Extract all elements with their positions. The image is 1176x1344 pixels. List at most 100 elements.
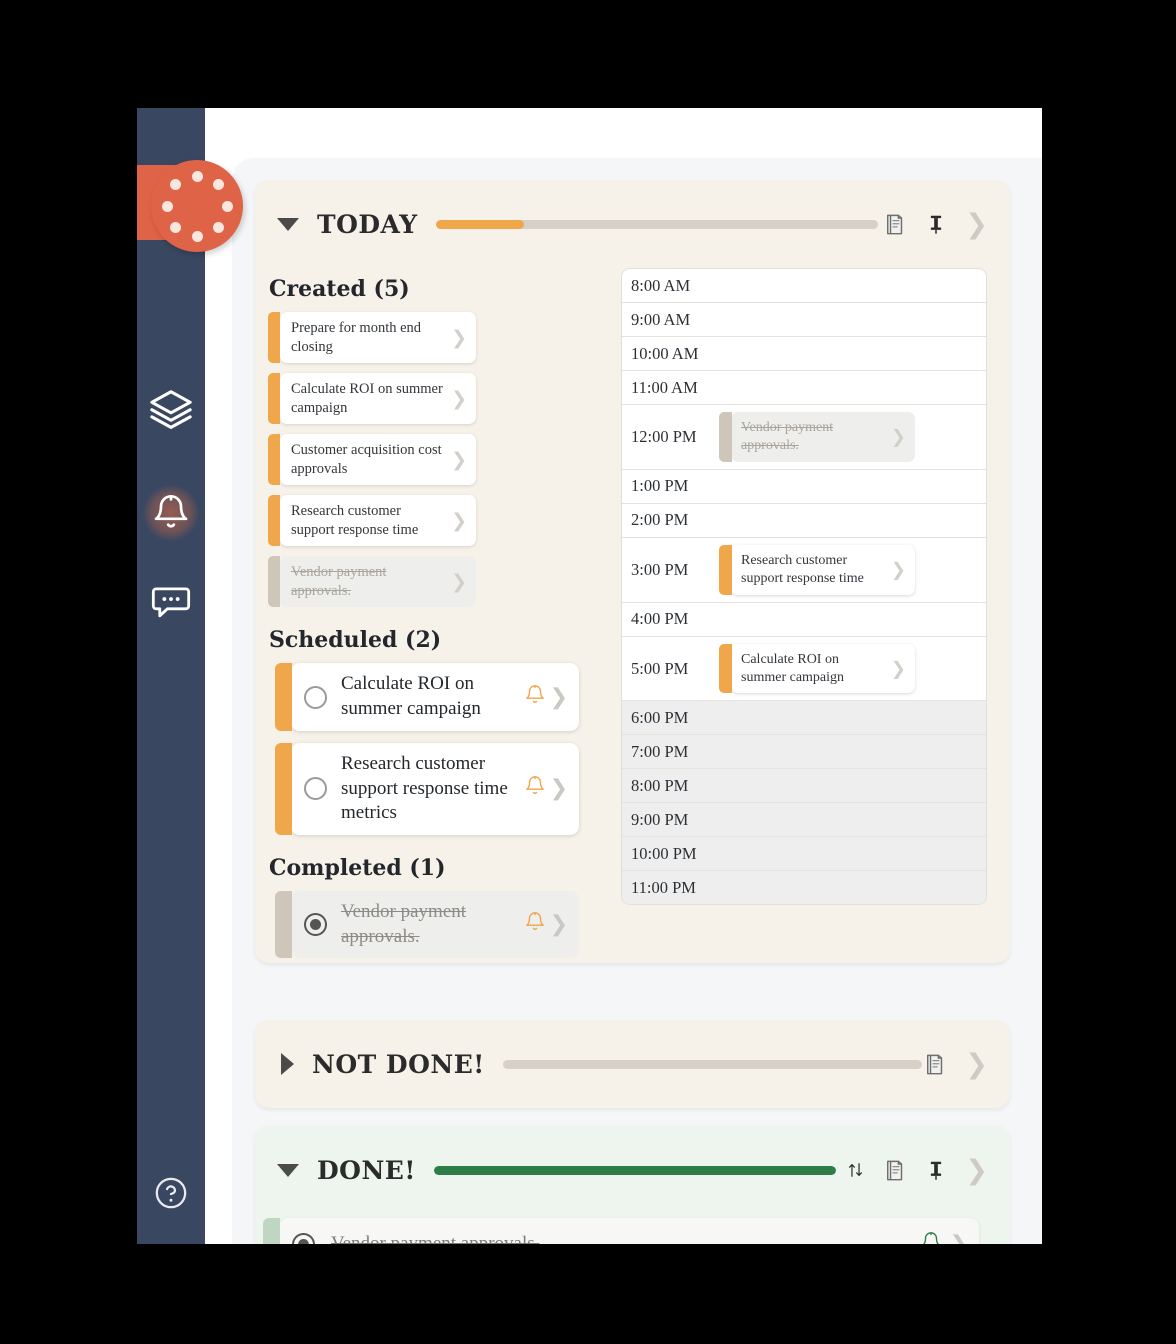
created-task-chip[interactable]: Vendor payment approvals. ❯: [268, 556, 476, 608]
chevron-right-icon[interactable]: ❯: [891, 559, 906, 580]
chevron-right-icon[interactable]: ❯: [451, 510, 467, 532]
timeline-event-card[interactable]: Calculate ROI on summer campaign ❯: [719, 643, 915, 694]
book-icon[interactable]: [882, 1158, 907, 1183]
chevron-right-icon[interactable]: ❯: [891, 658, 906, 679]
task-color-bar: [275, 663, 292, 731]
section-header-done[interactable]: DONE! ❯: [255, 1126, 1010, 1214]
task-checkbox[interactable]: [304, 685, 327, 709]
section-header-not-done[interactable]: NOT DONE! ❯: [255, 1020, 1010, 1108]
sidebar-item-help[interactable]: [143, 1165, 199, 1221]
done-task-row[interactable]: Vendor payment approvals. ❯: [263, 1218, 979, 1245]
chevron-right-icon[interactable]: ❯: [451, 388, 467, 410]
timeline-row[interactable]: 9:00 AM: [622, 303, 986, 337]
created-task-chip[interactable]: Calculate ROI on summer campaign ❯: [268, 373, 476, 425]
timeline-row[interactable]: 10:00 AM: [622, 337, 986, 371]
completed-task-row[interactable]: Vendor payment approvals. ❯: [275, 890, 579, 959]
triangle-down-icon[interactable]: [277, 217, 299, 231]
chevron-right-icon[interactable]: ❯: [451, 571, 467, 593]
chevron-right-icon[interactable]: ❯: [550, 912, 568, 937]
completed-list: Vendor payment approvals. ❯: [267, 890, 612, 959]
chevron-right-icon[interactable]: ❯: [965, 1051, 988, 1078]
timeline-row[interactable]: 3:00 PM Research customer support respons…: [622, 537, 986, 603]
task-reminder-bell[interactable]: [524, 911, 546, 938]
bell-icon[interactable]: [524, 911, 546, 933]
timeline-hour-label: 11:00 PM: [631, 877, 696, 897]
timeline-row[interactable]: 2:00 PM: [622, 503, 986, 538]
task-checkbox[interactable]: [292, 1232, 315, 1244]
app-logo[interactable]: [151, 160, 243, 252]
timeline-row[interactable]: 11:00 PM: [622, 871, 986, 905]
sidebar-item-messages[interactable]: [143, 574, 199, 630]
created-task-chip[interactable]: Prepare for month end closing ❯: [268, 312, 476, 364]
task-color-bar: [263, 1218, 280, 1244]
layers-icon: [150, 390, 192, 429]
book-icon[interactable]: [922, 1052, 947, 1077]
chevron-right-icon[interactable]: ❯: [550, 685, 568, 710]
task-title: Prepare for month end closing: [291, 320, 422, 355]
section-title: TODAY: [317, 209, 418, 239]
chevron-right-icon[interactable]: ❯: [451, 449, 467, 471]
timeline-hour-label: 4:00 PM: [631, 609, 689, 629]
timeline-event-card[interactable]: Research customer support response time ❯: [719, 544, 915, 595]
chevron-right-icon[interactable]: ❯: [891, 426, 906, 447]
bell-icon[interactable]: [524, 775, 546, 797]
scheduled-task-row[interactable]: Research customer support response time …: [275, 742, 579, 835]
timeline-row[interactable]: 4:00 PM: [622, 602, 986, 637]
timeline-row[interactable]: 7:00 PM: [622, 735, 986, 770]
pin-icon[interactable]: [925, 212, 947, 237]
task-reminder-bell[interactable]: [920, 1231, 942, 1245]
timeline-row[interactable]: 11:00 AM: [622, 371, 986, 405]
timeline-hour-label: 5:00 PM: [631, 658, 689, 678]
sidebar-item-notifications[interactable]: [143, 485, 199, 541]
bell-icon[interactable]: [920, 1231, 942, 1245]
task-checkbox[interactable]: [304, 913, 327, 937]
book-icon[interactable]: [882, 212, 907, 237]
timeline-row[interactable]: 8:00 PM: [622, 769, 986, 804]
timeline-row[interactable]: 8:00 AM: [622, 269, 986, 303]
created-task-chip[interactable]: Customer acquisition cost approvals ❯: [268, 434, 476, 486]
section-header-today[interactable]: TODAY ❯: [255, 180, 1010, 268]
timeline-hour-label: 6:00 PM: [631, 707, 689, 727]
timeline-hour-label: 11:00 AM: [631, 377, 698, 397]
today-task-columns: Created (5) Prepare for month end closin…: [267, 276, 612, 970]
progress-bar-done: [433, 1165, 836, 1175]
chevron-right-icon[interactable]: ❯: [451, 327, 467, 349]
sidebar-item-layers[interactable]: [143, 381, 199, 437]
sort-icon[interactable]: [847, 1158, 864, 1182]
pin-icon[interactable]: [925, 1158, 947, 1183]
section-actions: ❯: [922, 1051, 1010, 1078]
timeline-row[interactable]: 9:00 PM: [622, 803, 986, 838]
help-circle-icon: [155, 1177, 187, 1209]
chevron-right-icon[interactable]: ❯: [550, 776, 568, 801]
timeline-hour-label: 12:00 PM: [631, 426, 697, 446]
created-list: Prepare for month end closing ❯ Calculate …: [267, 312, 612, 608]
event-color-bar: [719, 643, 732, 694]
chevron-right-icon[interactable]: ❯: [965, 1157, 988, 1184]
triangle-right-icon[interactable]: [281, 1053, 294, 1075]
timeline-row[interactable]: 5:00 PM Calculate ROI on summer campaign ❯: [622, 636, 986, 702]
progress-bar-fill: [433, 1165, 836, 1175]
created-task-chip[interactable]: Research customer support response time ❯: [268, 495, 476, 547]
progress-bar-not-done: [502, 1059, 923, 1069]
task-reminder-bell[interactable]: [524, 684, 546, 711]
bell-icon: [154, 495, 188, 528]
scheduled-task-row[interactable]: Calculate ROI on summer campaign ❯: [275, 663, 579, 731]
timeline-event-card[interactable]: Vendor payment approvals. ❯: [719, 412, 915, 462]
chevron-right-icon[interactable]: ❯: [950, 1232, 968, 1245]
timeline-row[interactable]: 1:00 PM: [622, 469, 986, 504]
bell-icon[interactable]: [524, 684, 546, 706]
logo-dot: [221, 200, 233, 212]
timeline-row[interactable]: 12:00 PM Vendor payment approvals. ❯: [622, 405, 986, 470]
event-color-bar: [719, 412, 732, 462]
timeline-row[interactable]: 10:00 PM: [622, 837, 986, 872]
logo-dot: [191, 170, 203, 182]
task-title: Calculate ROI on summer campaign: [341, 673, 481, 720]
task-checkbox[interactable]: [304, 777, 327, 801]
task-reminder-bell[interactable]: [524, 775, 546, 802]
chevron-right-icon[interactable]: ❯: [965, 211, 988, 238]
task-title: Research customer support response time: [291, 503, 419, 538]
section-title: DONE!: [317, 1155, 416, 1185]
timeline-row[interactable]: 6:00 PM: [622, 701, 986, 736]
logo-dot: [161, 200, 173, 212]
triangle-down-icon[interactable]: [277, 1163, 299, 1177]
